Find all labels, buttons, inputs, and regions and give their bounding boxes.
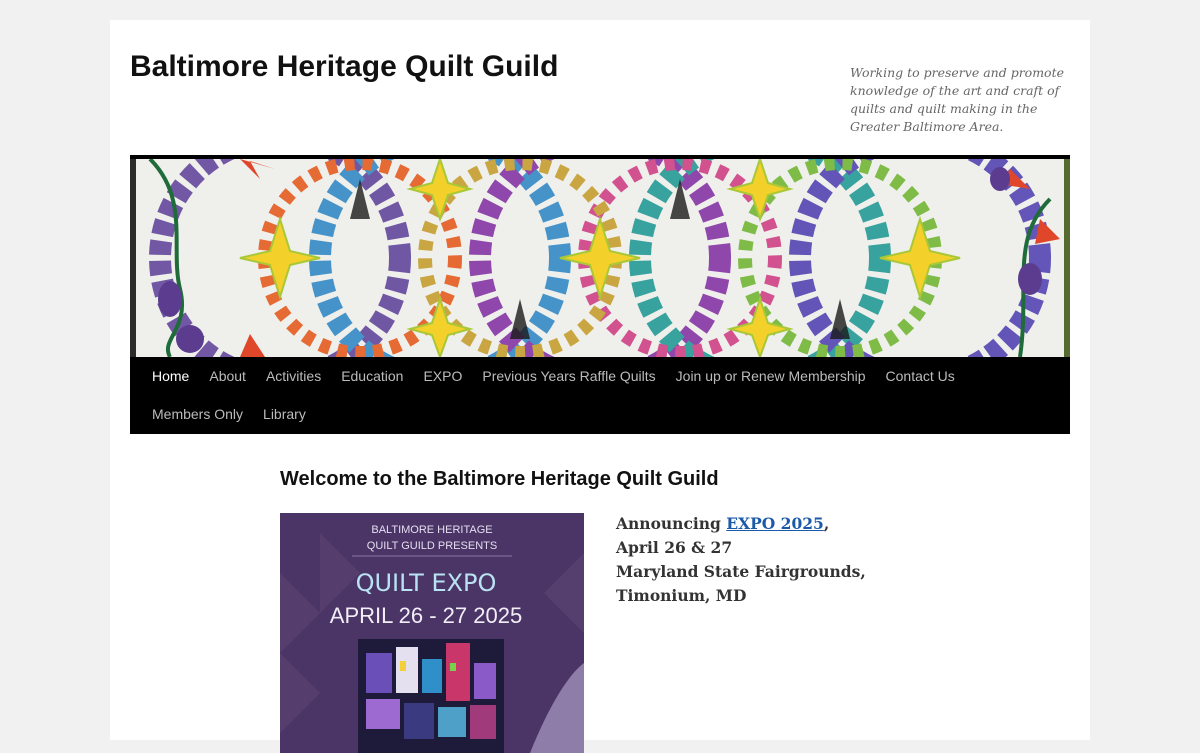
expo-2025-link[interactable]: EXPO 2025 — [726, 514, 824, 533]
header-quilt-banner — [130, 155, 1070, 357]
nav-item-about[interactable]: About — [199, 357, 256, 395]
nav-item-activities[interactable]: Activities — [256, 357, 331, 395]
site-title[interactable]: Baltimore Heritage Quilt Guild — [130, 50, 558, 84]
poster-line1: BALTIMORE HERITAGE — [371, 524, 492, 536]
announcement-prefix: Announcing — [616, 514, 727, 533]
main-content: Welcome to the Baltimore Heritage Quilt … — [280, 468, 920, 753]
page-container: Baltimore Heritage Quilt Guild Working t… — [110, 20, 1090, 753]
poster-dates: APRIL 26 - 27 2025 — [330, 603, 522, 628]
nav-item-membership[interactable]: Join up or Renew Membership — [666, 357, 876, 395]
nav-item-contact[interactable]: Contact Us — [876, 357, 965, 395]
poster-quilt-thumbnail — [358, 639, 504, 753]
nav-item-raffle-quilts[interactable]: Previous Years Raffle Quilts — [472, 357, 665, 395]
main-navigation: Home About Activities Education EXPO Pre… — [130, 357, 1070, 434]
announcement-city: Timonium, MD — [616, 586, 747, 605]
nav-item-library[interactable]: Library — [253, 395, 316, 433]
announcement-dates: April 26 & 27 — [616, 538, 733, 557]
expo-announcement: Announcing EXPO 2025, April 26 & 27 Mary… — [616, 512, 866, 608]
poster-line2: QUILT GUILD PRESENTS — [367, 540, 497, 552]
page-title: Welcome to the Baltimore Heritage Quilt … — [280, 468, 719, 490]
announcement-headline: Announcing EXPO 2025, — [616, 512, 866, 536]
expo-poster-art: BALTIMORE HERITAGE QUILT GUILD PRESENTS … — [280, 513, 584, 753]
site-description: Working to preserve and promote knowledg… — [850, 65, 1064, 134]
nav-item-education[interactable]: Education — [331, 357, 413, 395]
announcement-suffix: , — [823, 514, 830, 533]
nav-item-members-only[interactable]: Members Only — [142, 395, 253, 433]
nav-item-home[interactable]: Home — [142, 357, 199, 395]
expo-poster-image[interactable]: BALTIMORE HERITAGE QUILT GUILD PRESENTS … — [280, 513, 584, 753]
nav-menu: Home About Activities Education EXPO Pre… — [130, 357, 1042, 433]
poster-headline: QUILT EXPO — [356, 569, 497, 597]
nav-item-expo[interactable]: EXPO — [413, 357, 472, 395]
announcement-venue: Maryland State Fairgrounds, — [616, 562, 866, 581]
quilt-banner-art — [130, 159, 1070, 357]
